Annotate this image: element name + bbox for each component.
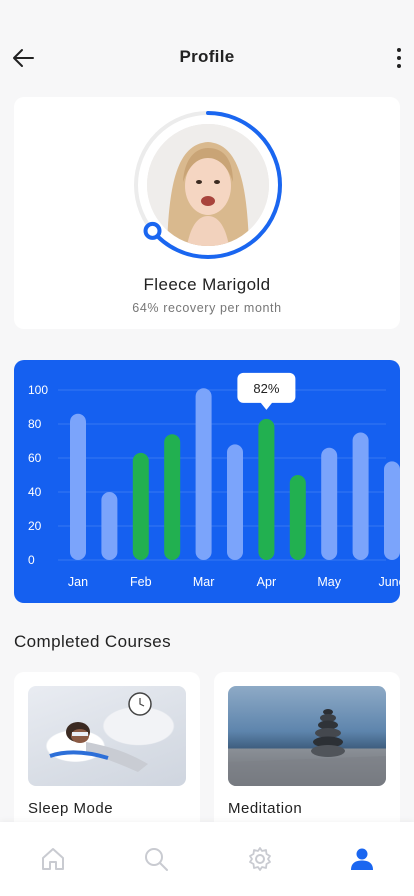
top-bar: Profile [0,0,414,100]
chart-bar[interactable] [101,492,118,560]
y-tick-label: 100 [28,383,48,397]
page-title: Profile [179,47,235,66]
nav-home[interactable] [38,844,68,874]
more-options-button[interactable] [392,45,406,71]
chart-bar[interactable] [164,434,181,560]
x-tick-label: Mar [193,575,215,589]
more-vertical-icon [397,48,401,52]
chart-bar[interactable] [352,432,369,561]
bottom-navigation [0,822,414,896]
nav-settings[interactable] [245,844,275,874]
course-image-sleep [28,686,186,786]
x-tick-label: Apr [257,575,276,589]
avatar [147,124,269,246]
course-card-sleep-mode[interactable]: Sleep Mode [14,672,200,832]
y-tick-label: 20 [28,519,42,533]
search-icon [145,848,168,871]
home-icon [42,848,64,870]
recovery-chart: 0 20 40 60 80 100 Jan Feb Mar Apr May June 82% [14,360,400,603]
x-tick-label: June [378,575,400,589]
y-tick-label: 60 [28,451,42,465]
settings-icon [249,847,271,871]
chart-tooltip: 82% [237,372,296,410]
chart-bar[interactable] [321,447,338,560]
chart-bar[interactable] [195,388,212,560]
x-tick-label: May [317,575,341,589]
chart-bar[interactable] [258,418,275,560]
nav-profile[interactable] [347,844,377,874]
course-image-meditation [228,686,386,786]
user-name: Fleece Marigold [143,275,271,294]
course-label: Sleep Mode [28,800,114,817]
x-tick-label: Feb [130,575,152,589]
user-icon [351,848,373,870]
y-tick-label: 80 [28,417,42,431]
chart-bar[interactable] [227,444,243,560]
chart-bar[interactable] [132,452,149,560]
y-tick-label: 0 [28,553,35,567]
tooltip-label: 82% [253,381,279,396]
course-card-meditation[interactable]: Meditation [214,672,400,832]
section-title-completed-courses: Completed Courses [14,632,172,651]
x-tick-label: Jan [68,575,88,589]
chart-bar[interactable] [384,461,400,560]
course-label: Meditation [228,800,303,817]
profile-card: Fleece Marigold 64% recovery per month [14,97,400,329]
nav-search[interactable] [141,844,171,874]
bar-chart: 0 20 40 60 80 100 Jan Feb Mar Apr May June 82% [28,372,400,589]
chart-bar[interactable] [289,475,306,560]
y-tick-label: 40 [28,485,42,499]
recovery-progress-ring [132,109,284,261]
recovery-subtitle: 64% recovery per month [132,301,282,315]
chart-bar[interactable] [70,413,86,560]
